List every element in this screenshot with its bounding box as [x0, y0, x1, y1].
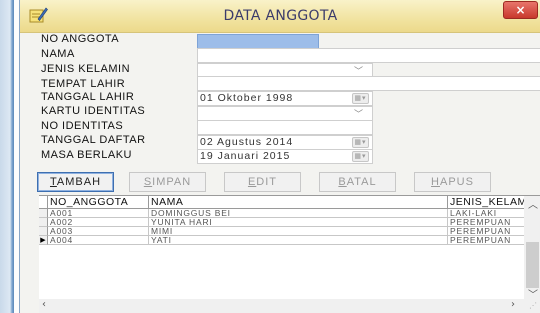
- tambah-label: AMBAH: [56, 176, 102, 188]
- cell-nama[interactable]: MIMI: [149, 227, 448, 236]
- cell-nama[interactable]: DOMINGGUS BEI: [149, 209, 448, 218]
- batal-label: ATAL: [346, 176, 377, 188]
- tempat-lahir-input[interactable]: [197, 76, 540, 91]
- simpan-label: IMPAN: [152, 176, 192, 188]
- tambah-button[interactable]: TAMBAH: [37, 172, 114, 192]
- cell-jenis-kelamin[interactable]: PEREMPUAN: [448, 236, 525, 245]
- background-window-edge: [0, 0, 14, 313]
- column-header-nama[interactable]: NAMA: [149, 196, 448, 209]
- tambah-hotkey: T: [49, 176, 57, 188]
- vertical-scrollbar[interactable]: ︿ ﹀: [524, 196, 540, 301]
- label-no-anggota: NO ANGGOTA: [41, 33, 120, 45]
- column-header-jenis-kelamin[interactable]: JENIS_KELAM: [448, 196, 525, 209]
- cell-no-anggota[interactable]: A001: [48, 209, 149, 218]
- cell-jenis-kelamin[interactable]: PEREMPUAN: [448, 218, 525, 227]
- row-indicator[interactable]: [39, 218, 48, 227]
- row-indicator[interactable]: [39, 209, 48, 218]
- label-nama: NAMA: [41, 48, 75, 60]
- tanggal-daftar-datepicker[interactable]: 02 Agustus 2014 ▦▾: [197, 135, 373, 150]
- cell-nama[interactable]: YUNITA HARI: [149, 218, 448, 227]
- table-row[interactable]: A003 MIMI PEREMPUAN: [39, 227, 525, 236]
- scroll-left-icon[interactable]: ‹: [42, 299, 46, 310]
- no-anggota-input[interactable]: [197, 34, 319, 49]
- no-identitas-input[interactable]: [197, 120, 373, 135]
- simpan-button[interactable]: SIMPAN: [129, 172, 206, 192]
- grid-header: NO_ANGGOTA NAMA JENIS_KELAM: [39, 196, 525, 209]
- horizontal-scrollbar[interactable]: ‹ › ⋰: [39, 299, 540, 313]
- cell-jenis-kelamin[interactable]: PEREMPUAN: [448, 227, 525, 236]
- row-header-corner: [39, 196, 48, 209]
- batal-hotkey: B: [338, 176, 347, 188]
- cell-jenis-kelamin[interactable]: LAKI-LAKI: [448, 209, 525, 218]
- label-tanggal-daftar: TANGGAL DAFTAR: [41, 134, 146, 146]
- cell-no-anggota[interactable]: A004: [48, 236, 149, 245]
- window-title: DATA ANGGOTA: [223, 8, 338, 24]
- current-row-indicator[interactable]: ▶: [39, 236, 48, 245]
- calendar-dropdown-icon[interactable]: ▦▾: [352, 151, 369, 162]
- cell-no-anggota[interactable]: A003: [48, 227, 149, 236]
- masa-berlaku-value: 19 Januari 2015: [200, 150, 291, 162]
- simpan-hotkey: S: [143, 176, 153, 188]
- label-tanggal-lahir: TANGGAL LAHIR: [41, 91, 135, 103]
- table-row[interactable]: ▶ A004 YATI PEREMPUAN: [39, 236, 525, 245]
- data-anggota-window: DATA ANGGOTA × NO ANGGOTA NAMA JENIS KEL…: [19, 0, 540, 313]
- close-button[interactable]: ×: [503, 1, 538, 19]
- label-tempat-lahir: TEMPAT LAHIR: [41, 78, 126, 90]
- title-bar[interactable]: DATA ANGGOTA ×: [20, 0, 540, 33]
- hapus-label: APUS: [439, 176, 474, 188]
- calendar-dropdown-icon[interactable]: ▦▾: [352, 93, 369, 104]
- tanggal-lahir-datepicker[interactable]: 01 Oktober 1998 ▦▾: [197, 91, 373, 106]
- tanggal-daftar-value: 02 Agustus 2014: [200, 136, 294, 148]
- cell-no-anggota[interactable]: A002: [48, 218, 149, 227]
- vertical-scroll-thumb[interactable]: [526, 242, 539, 288]
- tanggal-lahir-value: 01 Oktober 1998: [200, 92, 294, 104]
- scroll-right-icon[interactable]: ›: [511, 299, 515, 310]
- member-form: NO ANGGOTA NAMA JENIS KELAMIN ﹀ TEMPAT L…: [35, 31, 540, 167]
- masa-berlaku-datepicker[interactable]: 19 Januari 2015 ▦▾: [197, 149, 373, 164]
- scroll-up-icon[interactable]: ︿: [528, 196, 538, 211]
- table-row[interactable]: A001 DOMINGGUS BEI LAKI-LAKI: [39, 209, 525, 218]
- batal-button[interactable]: BATAL: [319, 172, 396, 192]
- kartu-identitas-select[interactable]: ﹀: [197, 106, 373, 121]
- hapus-hotkey: H: [431, 176, 440, 188]
- cell-nama[interactable]: YATI: [149, 236, 448, 245]
- label-jenis-kelamin: JENIS KELAMIN: [41, 63, 131, 75]
- edit-label: DIT: [256, 176, 278, 188]
- calendar-dropdown-icon[interactable]: ▦▾: [352, 137, 369, 148]
- hapus-button[interactable]: HAPUS: [414, 172, 491, 192]
- nama-input[interactable]: [197, 48, 540, 63]
- label-masa-berlaku: MASA BERLAKU: [41, 149, 132, 161]
- table-row[interactable]: A002 YUNITA HARI PEREMPUAN: [39, 218, 525, 227]
- label-kartu-identitas: KARTU IDENTITAS: [41, 105, 146, 117]
- column-header-no-anggota[interactable]: NO_ANGGOTA: [48, 196, 149, 209]
- edit-button[interactable]: EDIT: [224, 172, 301, 192]
- row-indicator[interactable]: [39, 227, 48, 236]
- label-no-identitas: NO IDENTITAS: [41, 120, 124, 132]
- resize-grip-icon[interactable]: ⋰: [529, 301, 537, 310]
- anggota-data-grid[interactable]: NO_ANGGOTA NAMA JENIS_KELAM A001 DOMINGG…: [39, 195, 540, 313]
